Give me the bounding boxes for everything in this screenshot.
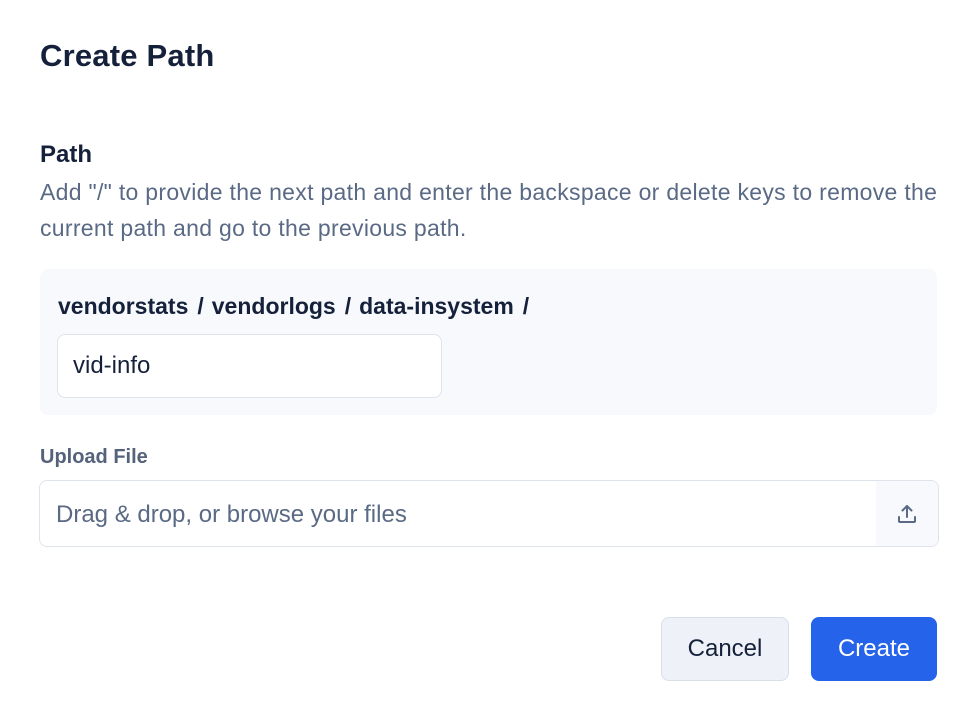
path-segment[interactable]: vendorlogs <box>212 293 336 320</box>
path-separator: / <box>197 293 204 319</box>
path-builder: vendorstats / vendorlogs / data-insystem… <box>40 269 937 415</box>
path-breadcrumb: vendorstats / vendorlogs / data-insystem… <box>58 293 537 320</box>
path-segment-input[interactable] <box>57 334 442 398</box>
path-separator: / <box>522 293 530 319</box>
file-dropzone[interactable]: Drag & drop, or browse your files <box>39 480 939 547</box>
browse-files-button[interactable] <box>876 481 938 546</box>
create-button[interactable]: Create <box>811 617 937 681</box>
path-segment[interactable]: data-insystem <box>359 293 514 320</box>
dropzone-placeholder: Drag & drop, or browse your files <box>56 501 407 528</box>
path-segment[interactable]: vendorstats <box>58 293 188 320</box>
path-label: Path <box>40 141 93 168</box>
cancel-button[interactable]: Cancel <box>661 617 789 681</box>
upload-file-label: Upload File <box>40 446 148 468</box>
create-path-dialog: Create Path Path Add "/" to provide the … <box>0 0 970 718</box>
path-help-text: Add "/" to provide the next path and ent… <box>40 179 938 241</box>
upload-icon <box>898 504 916 523</box>
path-separator: / <box>344 293 352 319</box>
dialog-title: Create Path <box>40 38 215 73</box>
